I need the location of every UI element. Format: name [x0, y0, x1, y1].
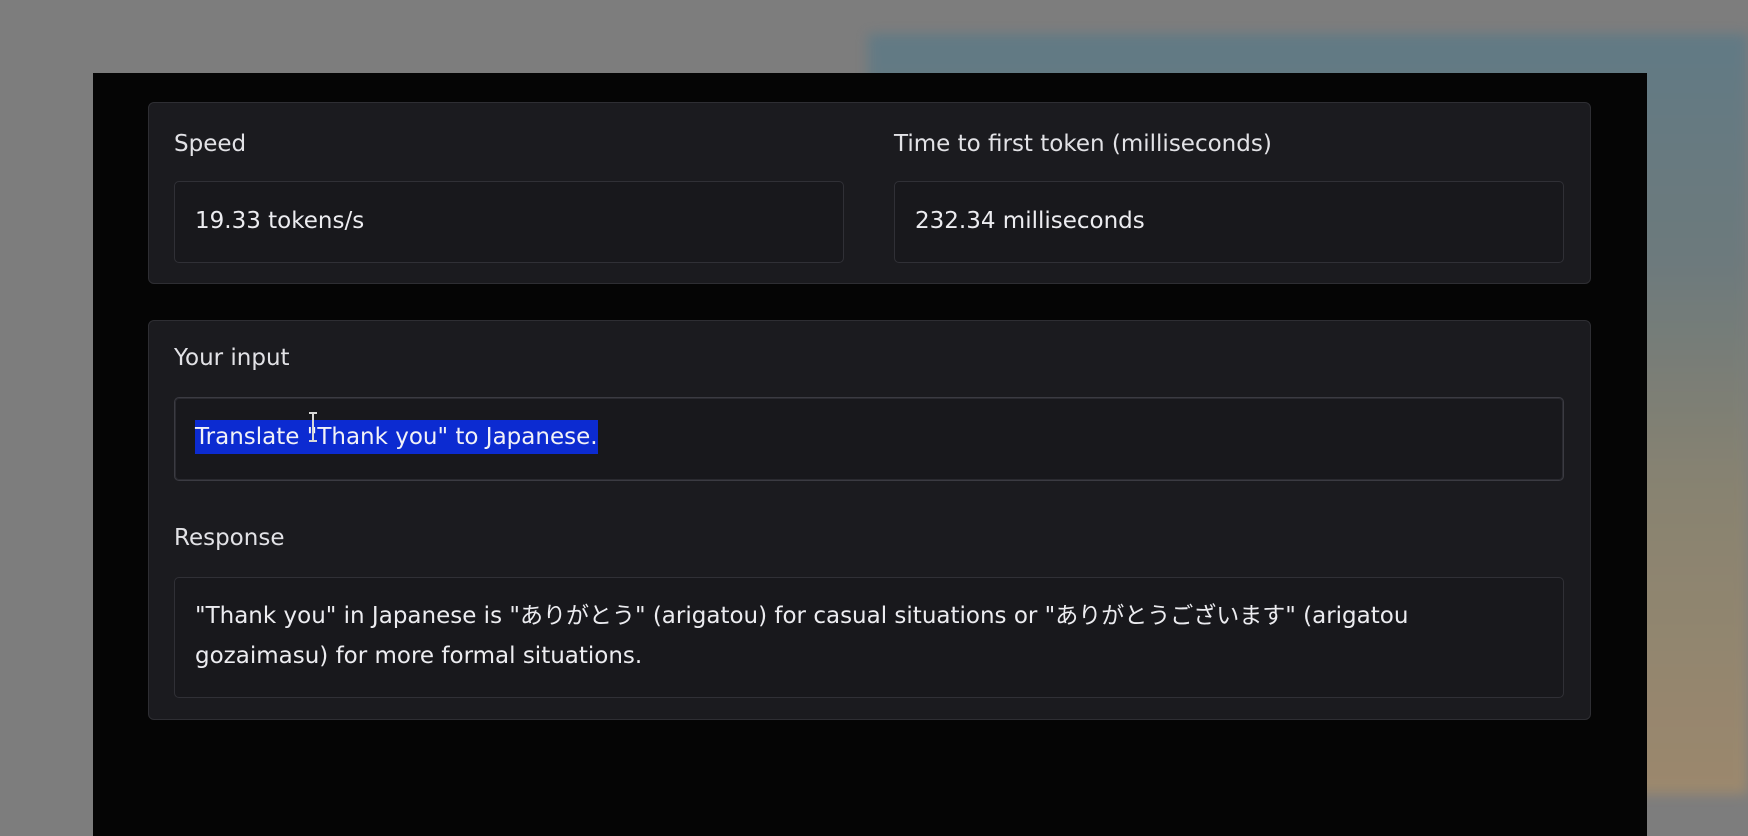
prompt-input[interactable]: Translate "Thank you" to Japanese. — [174, 397, 1564, 481]
response-text: "Thank you" in Japanese is "ありがとう" (arig… — [195, 603, 1409, 669]
response-label: Response — [174, 525, 285, 551]
selected-input-text: Translate "Thank you" to Japanese. — [195, 420, 598, 454]
ttft-field[interactable]: 232.34 milliseconds — [894, 181, 1564, 263]
ttft-value: 232.34 milliseconds — [915, 208, 1145, 234]
speed-field[interactable]: 19.33 tokens/s — [174, 181, 844, 263]
speed-label: Speed — [174, 131, 247, 157]
metrics-panel: Speed 19.33 tokens/s Time to first token… — [148, 102, 1591, 284]
app-window: Speed 19.33 tokens/s Time to first token… — [93, 73, 1647, 836]
speed-value: 19.33 tokens/s — [195, 208, 365, 234]
text-cursor-icon — [309, 412, 317, 442]
input-label: Your input — [174, 345, 290, 371]
response-output[interactable]: "Thank you" in Japanese is "ありがとう" (arig… — [174, 577, 1564, 698]
chat-panel: Your input Translate "Thank you" to Japa… — [148, 320, 1591, 720]
ttft-label: Time to first token (milliseconds) — [894, 131, 1272, 157]
